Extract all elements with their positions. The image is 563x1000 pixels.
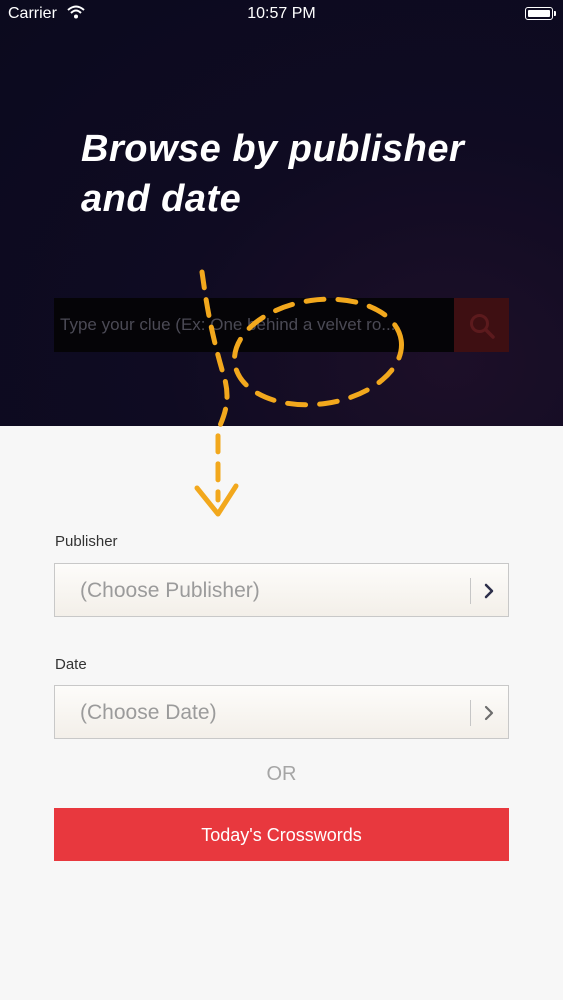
publisher-select[interactable]: (Choose Publisher) xyxy=(54,563,509,617)
publisher-select-divider xyxy=(470,578,471,604)
chevron-right-icon xyxy=(484,705,494,721)
publisher-label: Publisher xyxy=(55,533,118,550)
search-button[interactable] xyxy=(454,298,509,352)
publisher-select-value: (Choose Publisher) xyxy=(80,579,260,602)
or-divider-text: OR xyxy=(266,763,297,785)
clock: 10:57 PM xyxy=(247,5,316,22)
clue-search-input[interactable] xyxy=(54,298,454,352)
date-label: Date xyxy=(55,656,87,673)
todays-crosswords-button[interactable]: Today's Crosswords xyxy=(54,808,509,861)
status-bar: Carrier 10:57 PM xyxy=(0,0,563,30)
battery-icon xyxy=(525,7,556,20)
date-select[interactable]: (Choose Date) xyxy=(54,685,509,739)
date-select-value: (Choose Date) xyxy=(80,701,217,724)
chevron-right-icon xyxy=(484,583,494,599)
search-icon xyxy=(470,314,495,339)
date-select-divider xyxy=(470,700,471,726)
hero-section: Carrier 10:57 PM Browse by publisher and… xyxy=(0,0,563,426)
headline: Browse by publisher and date xyxy=(81,128,465,220)
